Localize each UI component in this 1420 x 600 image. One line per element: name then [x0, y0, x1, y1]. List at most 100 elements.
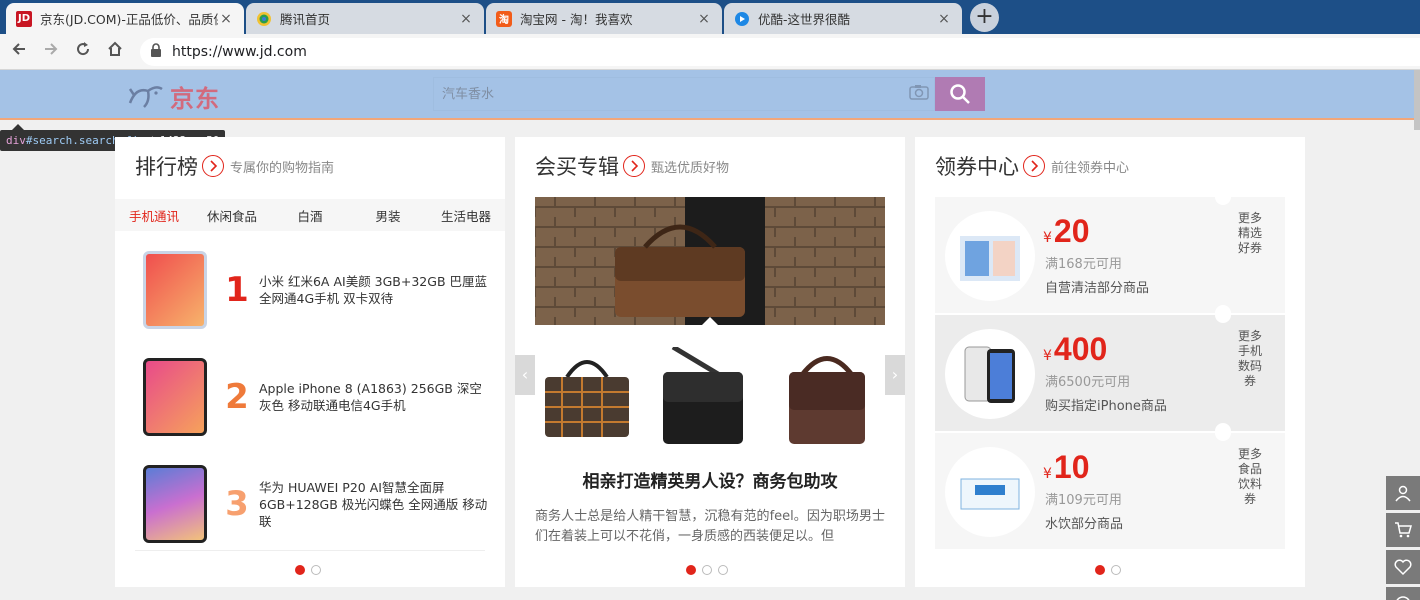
coupon-scope: 自营清洁部分商品: [1045, 281, 1150, 296]
hero-image-bag[interactable]: [535, 197, 885, 325]
carousel-dots: [1092, 565, 1124, 575]
tab-qq[interactable]: 腾讯首页 ×: [246, 3, 484, 34]
rank-item[interactable]: 3 华为 HUAWEI P20 AI智慧全面屏 6GB+128GB 极光闪蝶色 …: [135, 459, 505, 549]
ticket-notch: [1215, 189, 1231, 205]
search-input[interactable]: [434, 78, 904, 110]
browser-tab-strip: JD 京东(JD.COM)-正品低价、品质保 × 腾讯首页 × 淘 淘宝网 - …: [0, 0, 1420, 34]
carousel-dot[interactable]: [1095, 565, 1105, 575]
chevron-right-icon: [1023, 155, 1045, 177]
coupon-card[interactable]: ¥10 满109元可用 水饮部分商品 更多食品饮料券: [935, 425, 1285, 549]
tab-title: 淘宝网 - 淘！我喜欢: [520, 12, 633, 27]
jd-logo[interactable]: 京东: [126, 80, 220, 113]
next-arrow-icon[interactable]: ›: [885, 355, 905, 395]
coupon-scope: 水饮部分商品: [1045, 517, 1124, 532]
carousel-dot[interactable]: [702, 565, 712, 575]
product-image: [143, 251, 207, 329]
rank-number: 1: [225, 270, 249, 310]
tab-title: 腾讯首页: [280, 12, 331, 27]
tab-title: 京东(JD.COM)-正品低价、品质保: [40, 12, 218, 27]
coupon-amount: ¥10: [1043, 449, 1090, 486]
forward-icon[interactable]: [40, 40, 62, 62]
tab-taobao[interactable]: 淘 淘宝网 - 淘！我喜欢 ×: [486, 3, 722, 34]
product-thumb[interactable]: [653, 344, 753, 447]
tab-title: 优酷-这世界很酷: [758, 12, 851, 27]
panel-subtitle: 专属你的购物指南: [230, 160, 335, 176]
tooltip-tag: div: [6, 134, 26, 147]
coupon-condition: 满168元可用: [1045, 257, 1122, 272]
coupon-card[interactable]: ¥400 满6500元可用 购买指定iPhone商品 更多手机数码券: [935, 307, 1285, 439]
more-coupons-link[interactable]: 更多手机数码券: [1235, 329, 1265, 389]
search-fix-header: 京东: [0, 70, 1420, 120]
coupon-scope: 购买指定iPhone商品: [1045, 399, 1167, 414]
hero-caret: [702, 317, 718, 325]
tab-phones[interactable]: 手机通讯: [115, 206, 193, 225]
coupon-product-image: [945, 211, 1035, 301]
carousel-dot[interactable]: [718, 565, 728, 575]
close-icon[interactable]: ×: [218, 11, 234, 27]
tab-snacks[interactable]: 休闲食品: [193, 206, 271, 225]
tab-liquor[interactable]: 白酒: [271, 206, 349, 225]
taobao-favicon-icon: 淘: [496, 10, 512, 27]
home-icon[interactable]: [104, 40, 126, 62]
product-name: 小米 红米6A AI美颜 3GB+32GB 巴厘蓝 全网通4G手机 双卡双待: [259, 274, 487, 306]
amount-value: 20: [1053, 213, 1090, 249]
close-icon[interactable]: ×: [936, 11, 952, 27]
prev-arrow-icon[interactable]: ‹: [515, 355, 535, 395]
carousel-dot[interactable]: [311, 565, 321, 575]
search-button[interactable]: [935, 77, 985, 111]
product-thumb[interactable]: [777, 347, 877, 447]
cart-icon[interactable]: [1386, 513, 1420, 547]
currency-symbol: ¥: [1043, 348, 1052, 364]
product-image: [143, 358, 207, 436]
jd-favicon-icon: JD: [16, 10, 32, 27]
jd-dog-icon: [128, 86, 163, 108]
carousel-dot[interactable]: [686, 565, 696, 575]
coupon-product-image: [945, 329, 1035, 419]
qq-favicon-icon: [256, 11, 272, 27]
heart-icon[interactable]: [1386, 550, 1420, 584]
buy-panel: 会买专辑 甄选优质好物 ‹ › 相亲打造精英男人设？商务包助攻 商务人士总是给人…: [515, 137, 905, 587]
article-description: 商务人士总是给人精干智慧，沉稳有范的feel。因为职场男士们在着装上可以不花俏，…: [535, 509, 885, 544]
chevron-right-icon: [202, 155, 224, 177]
carousel-dot[interactable]: [295, 565, 305, 575]
panel-title: 排行榜: [135, 155, 198, 179]
address-bar[interactable]: https://www.jd.com: [140, 38, 1420, 66]
panel-title: 会买专辑: [535, 155, 619, 179]
close-icon[interactable]: ×: [458, 11, 474, 27]
floating-sidebar: [1386, 476, 1420, 600]
close-icon[interactable]: ×: [696, 11, 712, 27]
buy-header[interactable]: 会买专辑 甄选优质好物: [535, 151, 729, 181]
ranking-header[interactable]: 排行榜 专属你的购物指南: [135, 151, 334, 181]
user-icon[interactable]: [1386, 476, 1420, 510]
coupon-header[interactable]: 领券中心 前往领券中心: [935, 151, 1129, 181]
jd-logo-text: 京东: [170, 84, 220, 113]
ticket-notch: [1215, 425, 1231, 441]
camera-icon[interactable]: [904, 84, 934, 104]
history-icon[interactable]: [1386, 587, 1420, 600]
product-thumb[interactable]: [537, 347, 637, 447]
carousel-dots: [292, 565, 324, 575]
rank-item[interactable]: 1 小米 红米6A AI美颜 3GB+32GB 巴厘蓝 全网通4G手机 双卡双待: [135, 245, 505, 335]
search-box: [433, 77, 935, 111]
page-scrollbar[interactable]: [1414, 70, 1420, 130]
tab-menswear[interactable]: 男装: [349, 206, 427, 225]
more-coupons-link[interactable]: 更多精选好券: [1235, 211, 1265, 256]
search-icon: [950, 84, 970, 104]
panel-subtitle: 甄选优质好物: [651, 160, 730, 176]
tab-appliances[interactable]: 生活电器: [427, 206, 505, 225]
article-title[interactable]: 相亲打造精英男人设？商务包助攻: [515, 467, 905, 492]
coupon-card[interactable]: ¥20 满168元可用 自营清洁部分商品 更多精选好券: [935, 189, 1285, 321]
rank-item[interactable]: 2 Apple iPhone 8 (A1863) 256GB 深空灰色 移动联通…: [135, 352, 505, 442]
divider: [135, 550, 485, 551]
more-coupons-link[interactable]: 更多食品饮料券: [1235, 447, 1265, 507]
reload-icon[interactable]: [72, 40, 94, 62]
tab-youku[interactable]: 优酷-这世界很酷 ×: [724, 3, 962, 34]
back-icon[interactable]: [8, 40, 30, 62]
new-tab-button[interactable]: +: [970, 3, 999, 32]
currency-symbol: ¥: [1043, 230, 1052, 246]
currency-symbol: ¥: [1043, 466, 1052, 482]
tab-jd[interactable]: JD 京东(JD.COM)-正品低价、品质保 ×: [6, 3, 244, 34]
carousel-dot[interactable]: [1111, 565, 1121, 575]
product-name: Apple iPhone 8 (A1863) 256GB 深空灰色 移动联通电信…: [259, 381, 482, 413]
coupon-condition: 满6500元可用: [1045, 375, 1131, 390]
